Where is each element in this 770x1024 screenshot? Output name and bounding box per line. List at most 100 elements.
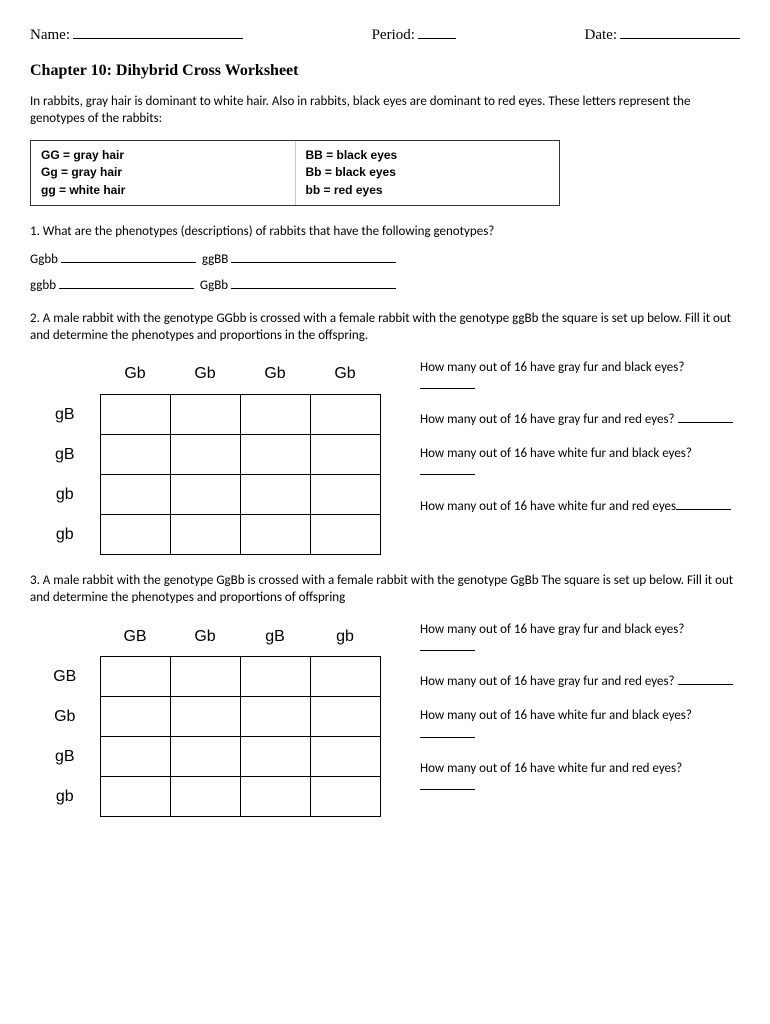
answer-line[interactable] [231,277,396,289]
col-header: Gb [170,355,240,395]
answer-line[interactable] [420,639,475,651]
punnett-cell[interactable] [100,737,170,777]
punnett-cell[interactable] [310,657,380,697]
name-field[interactable]: Name: [30,26,243,44]
punnett-cell[interactable] [310,435,380,475]
answer-line[interactable] [420,778,475,790]
period-label: Period: [372,27,415,44]
key-col-eyes: BB = black eyes Bb = black eyes bb = red… [296,141,560,205]
punnett-cell[interactable] [100,475,170,515]
sub-question: How many out of 16 have gray fur and bla… [420,359,740,395]
question-text: How many out of 16 have gray fur and red… [420,412,675,427]
sub-question: How many out of 16 have gray fur and bla… [420,621,740,657]
period-input-line[interactable] [418,26,456,39]
punnett-cell[interactable] [240,777,310,817]
q3-text: 3. A male rabbit with the genotype GgBb … [30,573,740,607]
key-col-hair: GG = gray hair Gg = gray hair gg = white… [31,141,296,205]
row-header: gb [30,515,100,555]
answer-line[interactable] [676,498,731,510]
punnett-cell[interactable] [310,697,380,737]
row-header: gb [30,475,100,515]
key-entry: Bb = black eyes [306,164,550,181]
col-header: Gb [100,355,170,395]
date-label: Date: [585,27,617,44]
punnett-cell[interactable] [240,697,310,737]
question-text: How many out of 16 have white fur and re… [420,761,682,776]
punnett-cell[interactable] [310,777,380,817]
punnett-cell[interactable] [170,737,240,777]
answer-line[interactable] [420,726,475,738]
punnett-cell[interactable] [240,657,310,697]
answer-line[interactable] [678,411,733,423]
col-header: Gb [170,617,240,657]
punnett-square-2: Gb Gb Gb Gb gB gB gb gb [30,355,381,556]
punnett-3-area: GB Gb gB gb GB Gb gB gb [30,617,390,818]
name-input-line[interactable] [73,26,243,39]
q1-row2: ggbb GgBb [30,277,740,293]
sub-question: How many out of 16 have white fur and re… [420,760,740,796]
punnett-cell[interactable] [170,777,240,817]
punnett-cell[interactable] [240,475,310,515]
question-text: How many out of 16 have gray fur and bla… [420,360,684,375]
punnett-cell[interactable] [240,395,310,435]
q1-row1: Ggbb ggBB [30,251,740,267]
answer-line[interactable] [59,277,194,289]
genotype-label: GgBb [200,278,228,293]
punnett-cell[interactable] [310,515,380,555]
row-header: Gb [30,697,100,737]
row-header: gB [30,395,100,435]
period-field[interactable]: Period: [372,26,456,44]
sub-question: How many out of 16 have gray fur and red… [420,411,740,429]
punnett-cell[interactable] [100,395,170,435]
genotype-key-box: GG = gray hair Gg = gray hair gg = white… [30,140,560,206]
col-header: Gb [310,355,380,395]
answer-line[interactable] [678,673,733,685]
genotype-label: Ggbb [30,252,58,267]
punnett-cell[interactable] [240,737,310,777]
punnett-cell[interactable] [310,475,380,515]
key-entry: Gg = gray hair [41,164,285,181]
punnett-square-3: GB Gb gB gb GB Gb gB gb [30,617,381,818]
question-text: How many out of 16 have white fur and bl… [420,446,692,461]
genotype-label: ggbb [30,278,56,293]
question-text: How many out of 16 have white fur and bl… [420,708,692,723]
punnett-cell[interactable] [240,515,310,555]
punnett-cell[interactable] [100,657,170,697]
punnett-cell[interactable] [170,515,240,555]
punnett-cell[interactable] [100,435,170,475]
answer-line[interactable] [61,251,196,263]
punnett-cell[interactable] [100,515,170,555]
punnett-cell[interactable] [240,435,310,475]
date-field[interactable]: Date: [585,26,740,44]
punnett-cell[interactable] [170,435,240,475]
punnett-cell[interactable] [100,697,170,737]
date-input-line[interactable] [620,26,740,39]
q2-questions: How many out of 16 have gray fur and bla… [420,355,740,556]
answer-line[interactable] [420,377,475,389]
sub-question: How many out of 16 have white fur and re… [420,498,740,516]
punnett-cell[interactable] [170,395,240,435]
q3-section: GB Gb gB gb GB Gb gB gb How many out of … [30,617,740,818]
punnett-cell[interactable] [310,395,380,435]
row-header: gB [30,435,100,475]
question-text: How many out of 16 have gray fur and red… [420,674,675,689]
col-header: gB [240,617,310,657]
punnett-2-area: Gb Gb Gb Gb gB gB gb gb [30,355,390,556]
punnett-cell[interactable] [170,475,240,515]
genotype-label: ggBB [202,252,229,267]
col-header: Gb [240,355,310,395]
q1-text: 1. What are the phenotypes (descriptions… [30,224,740,241]
header-fields: Name: Period: Date: [30,26,740,44]
corner-cell [30,617,100,657]
key-entry: gg = white hair [41,182,285,199]
col-header: gb [310,617,380,657]
row-header: gB [30,737,100,777]
corner-cell [30,355,100,395]
punnett-cell[interactable] [170,697,240,737]
answer-line[interactable] [420,463,475,475]
q2-section: Gb Gb Gb Gb gB gB gb gb How many out of … [30,355,740,556]
punnett-cell[interactable] [170,657,240,697]
punnett-cell[interactable] [100,777,170,817]
answer-line[interactable] [231,251,396,263]
punnett-cell[interactable] [310,737,380,777]
